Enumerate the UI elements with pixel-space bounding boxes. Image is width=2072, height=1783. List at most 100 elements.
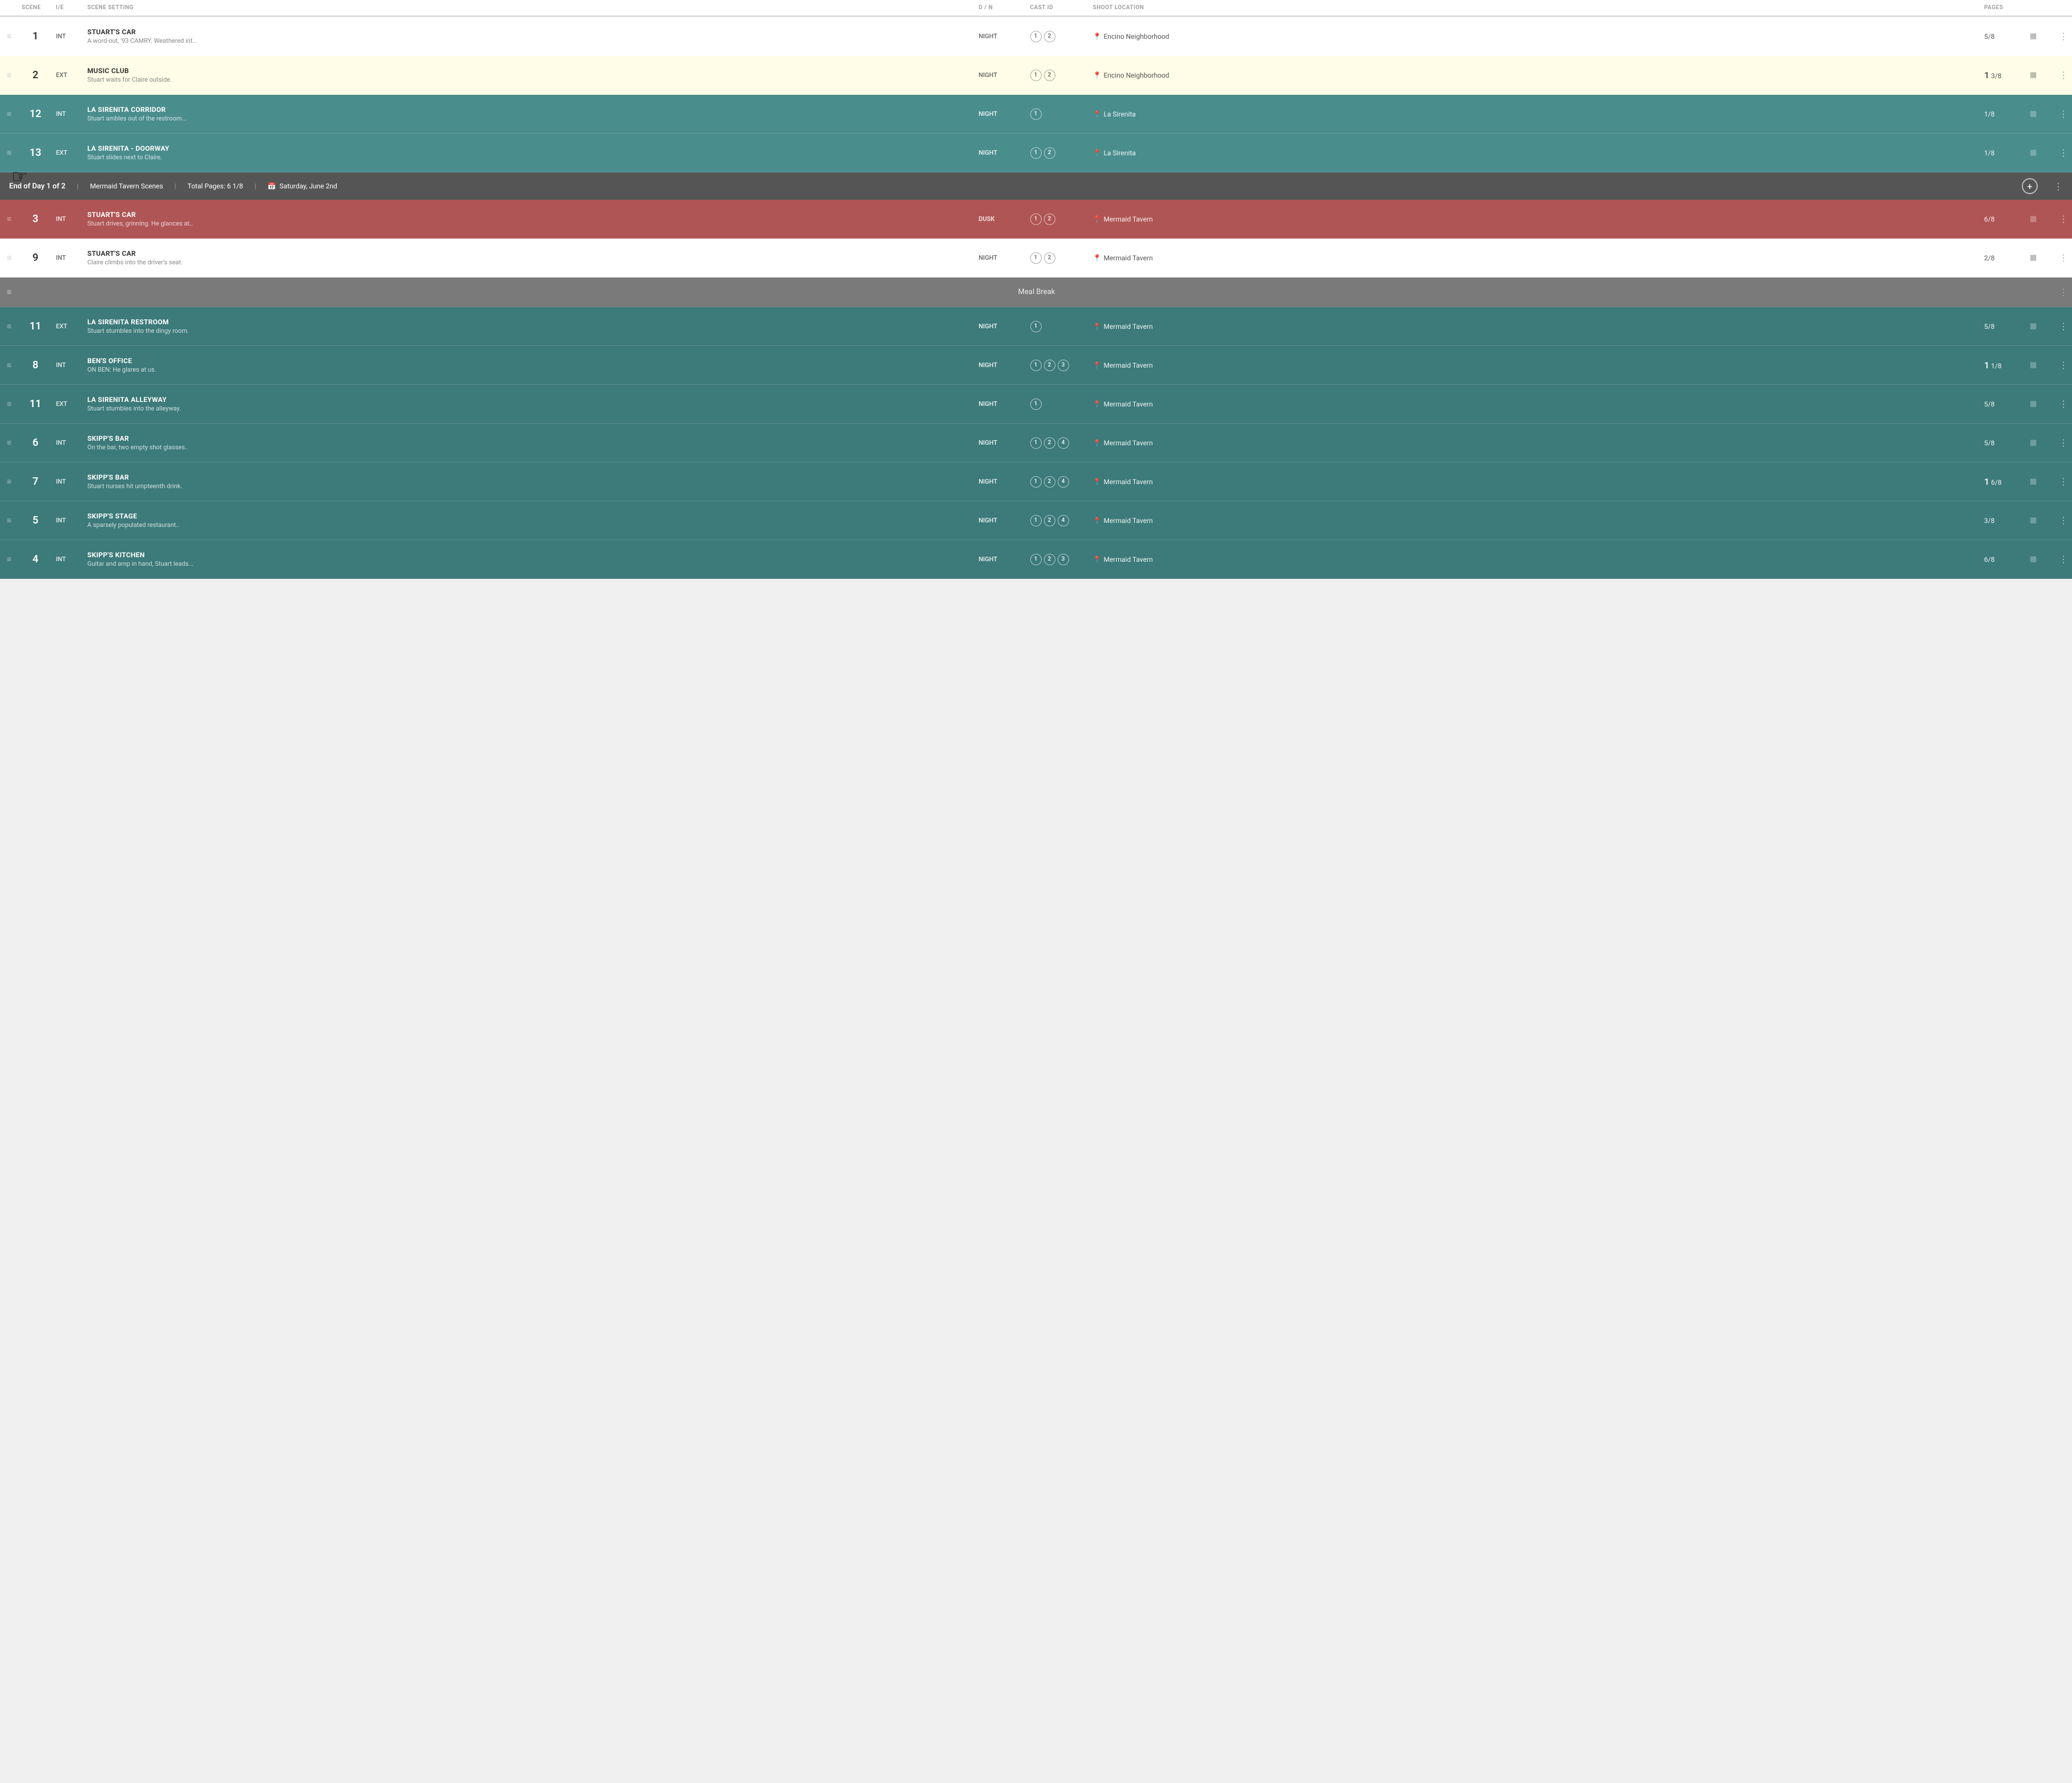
scene-title: LA SIRENITA - DOORWAY	[87, 144, 972, 152]
more-button[interactable]: ⋮	[2055, 31, 2072, 42]
more-button[interactable]: ⋮	[2055, 287, 2072, 297]
scene-info: LA SIRENITA ALLEYWAY Stuart stumbles int…	[84, 396, 975, 412]
day-banner-day-text: End of Day 1 of 2	[9, 182, 66, 191]
day-banner-date: 📅 Saturday, June 2nd	[268, 182, 337, 190]
more-button[interactable]: ⋮	[2055, 554, 2072, 565]
more-button[interactable]: ⋮	[2055, 214, 2072, 224]
location-name: Encino Neighborhood	[1103, 71, 1169, 79]
drag-handle[interactable]: ≡	[0, 554, 18, 564]
pin-icon: 📍	[1093, 149, 1102, 157]
dn-badge: NIGHT	[975, 400, 1027, 408]
pin-icon: 📍	[1093, 110, 1102, 118]
cast-ids: 1 2 4	[1027, 476, 1090, 488]
storyboard-icon: ▦	[2026, 215, 2055, 223]
scene-title: SKIPP'S BAR	[87, 434, 972, 442]
drag-handle[interactable]: ≡	[0, 287, 18, 297]
more-button[interactable]: ⋮	[2055, 70, 2072, 81]
pages-main: 1	[1984, 476, 1989, 487]
table-row: ≡ 3 INT STUART'S CAR Stuart drives, grin…	[0, 200, 2072, 239]
location-cell: 📍 Mermaid Tavern	[1090, 517, 1981, 525]
scene-desc: Stuart nurses hit umpteenth drink.	[87, 482, 972, 490]
cast-ids: 1 2	[1027, 31, 1090, 42]
header-pages: PAGES	[1981, 5, 2026, 11]
more-button[interactable]: ⋮	[2055, 252, 2072, 263]
drag-handle[interactable]: ≡	[0, 516, 18, 525]
pages-cell: 5/8	[1981, 439, 2026, 447]
more-button[interactable]: ⋮	[2055, 108, 2072, 119]
drag-handle[interactable]: ≡	[0, 148, 18, 158]
pages-cell: 6/8	[1981, 556, 2026, 564]
scene-number: 5	[18, 514, 53, 526]
cast-id: 2	[1044, 360, 1055, 371]
more-button[interactable]: ⋮	[2055, 476, 2072, 487]
drag-handle[interactable]: ≡	[0, 109, 18, 119]
location-cell: 📍 Mermaid Tavern	[1090, 400, 1981, 408]
scene-number: 3	[18, 213, 53, 225]
more-button[interactable]: ⋮	[2055, 437, 2072, 448]
pages-main: 1	[1984, 360, 1989, 371]
cast-id: 1	[1030, 437, 1042, 449]
cast-id: 1	[1030, 70, 1042, 81]
cast-id: 2	[1044, 31, 1055, 42]
scene-desc: Stuart stumbles into the alleyway.	[87, 405, 972, 412]
scene-title: SKIPP'S KITCHEN	[87, 551, 972, 559]
pin-icon: 📍	[1093, 439, 1102, 447]
drag-handle[interactable]: ≡	[0, 321, 18, 331]
ie-badge: INT	[53, 517, 84, 524]
add-day-button[interactable]: +	[2022, 178, 2038, 194]
ie-badge: INT	[53, 361, 84, 369]
cast-id: 1	[1030, 252, 1042, 264]
cast-ids: 1	[1027, 399, 1090, 410]
table-row: ≡ 9 INT STUART'S CAR Claire climbs into …	[0, 239, 2072, 277]
cast-id: 2	[1044, 476, 1055, 488]
drag-handle[interactable]: ≡	[0, 360, 18, 370]
drag-handle[interactable]: ≡	[0, 214, 18, 224]
storyboard-icon: ▦	[2026, 555, 2055, 564]
calendar-icon: 📅	[268, 182, 276, 190]
ie-badge: INT	[53, 33, 84, 40]
scene-table: SCENE I/E SCENE SETTING D / N CAST ID SH…	[0, 0, 2072, 579]
location-cell: 📍 Mermaid Tavern	[1090, 361, 1981, 369]
location-name: Encino Neighborhood	[1103, 33, 1169, 41]
pin-icon: 📍	[1093, 254, 1102, 262]
storyboard-icon: ▦	[2026, 361, 2055, 369]
drag-handle[interactable]: ≡	[0, 253, 18, 263]
cast-id: 1	[1030, 515, 1042, 526]
table-row: ≡ 11 EXT LA SIRENITA ALLEYWAY Stuart stu…	[0, 385, 2072, 424]
day-banner-more-button[interactable]: ⋮	[2054, 181, 2063, 192]
scene-info: MUSIC CLUB Stuart waits for Claire outsi…	[84, 67, 975, 83]
more-button[interactable]: ⋮	[2055, 360, 2072, 371]
meal-break-row: ≡ Meal Break ⋮	[0, 277, 2072, 307]
more-button[interactable]: ⋮	[2055, 321, 2072, 332]
scene-info: SKIPP'S BAR Stuart nurses hit umpteenth …	[84, 473, 975, 490]
table-row: ≡ 1 INT STUART'S CAR A word-out, '93 CAM…	[0, 17, 2072, 56]
drag-handle[interactable]: ≡	[0, 399, 18, 409]
location-name: La Sirenita	[1103, 149, 1135, 157]
cast-id: 4	[1058, 476, 1069, 488]
drag-handle[interactable]: ≡	[0, 70, 18, 80]
scene-desc: Stuart slides next to Claire.	[87, 154, 972, 161]
pin-icon: 📍	[1093, 323, 1102, 331]
more-button[interactable]: ⋮	[2055, 147, 2072, 158]
storyboard-icon: ▦	[2026, 438, 2055, 447]
pin-icon: 📍	[1093, 478, 1102, 486]
more-button[interactable]: ⋮	[2055, 399, 2072, 409]
table-row: ≡ 8 INT BEN'S OFFICE ON BEN: He glares a…	[0, 346, 2072, 385]
scene-info: SKIPP'S BAR On the bar, two empty shot g…	[84, 434, 975, 451]
scene-desc: On the bar, two empty shot glasses..	[87, 444, 972, 451]
scene-title: LA SIRENITA CORRIDOR	[87, 106, 972, 114]
pages-cell: 1 6/8	[1981, 476, 2026, 487]
location-name: La Sirenita	[1103, 110, 1135, 118]
cast-id: 3	[1058, 554, 1069, 565]
drag-handle[interactable]: ≡	[0, 477, 18, 486]
dn-badge: NIGHT	[975, 361, 1027, 369]
scene-info: STUART'S CAR Stuart drives, grinning. He…	[84, 211, 975, 227]
ie-badge: INT	[53, 556, 84, 563]
cast-id: 1	[1030, 360, 1042, 371]
scene-desc: A word-out, '93 CAMRY. Weathered int...	[87, 37, 972, 45]
pages-cell: 5/8	[1981, 400, 2026, 408]
drag-handle[interactable]: ≡	[0, 438, 18, 448]
ie-badge: INT	[53, 215, 84, 223]
more-button[interactable]: ⋮	[2055, 515, 2072, 526]
drag-handle[interactable]: ≡	[0, 31, 18, 41]
